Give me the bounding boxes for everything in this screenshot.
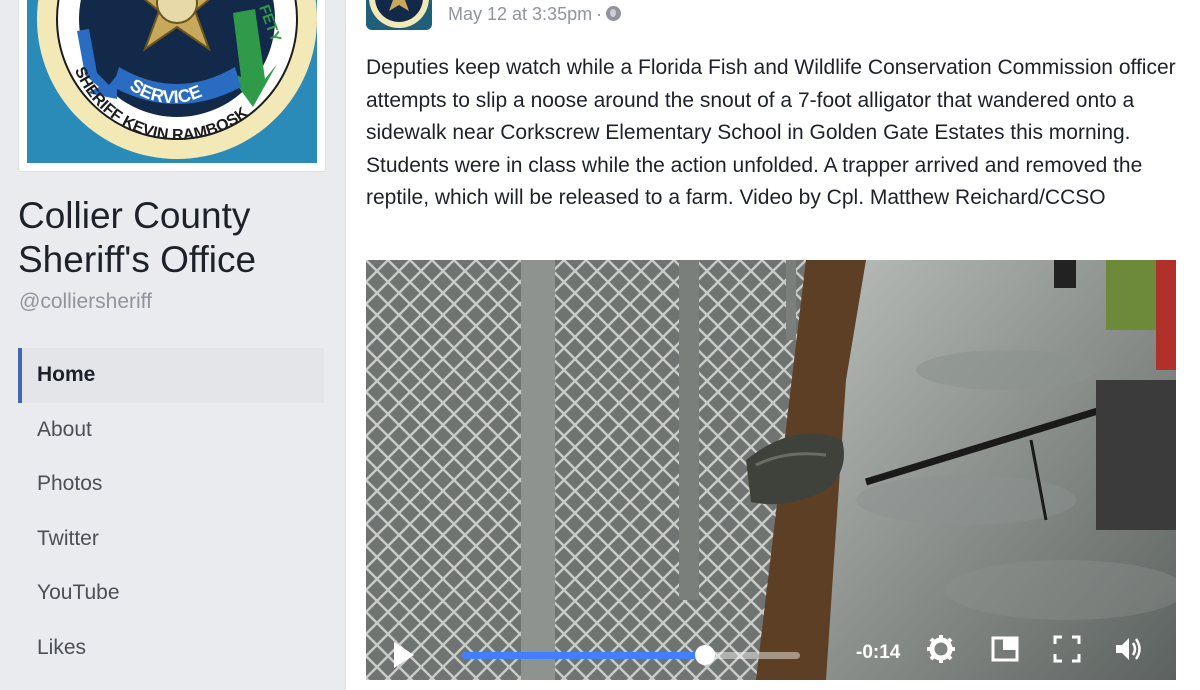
nav-item-likes[interactable]: Likes: [18, 621, 324, 676]
sheriff-badge-logo: SERVICE FETY SHERIFF KEVIN RAMBOSK: [27, 0, 317, 163]
volume-icon[interactable]: [1114, 634, 1144, 664]
play-icon[interactable]: [394, 642, 414, 668]
video-progress-fill: [462, 652, 706, 659]
page-nav: Home About Photos Twitter YouTube Likes: [18, 348, 324, 675]
fullscreen-icon[interactable]: [1052, 634, 1082, 664]
settings-gear-icon[interactable]: [926, 634, 956, 664]
post-author-avatar[interactable]: [366, 0, 432, 30]
nav-item-twitter[interactable]: Twitter: [18, 512, 324, 567]
nav-item-youtube[interactable]: YouTube: [18, 566, 324, 621]
profile-picture[interactable]: SERVICE FETY SHERIFF KEVIN RAMBOSK: [18, 0, 326, 172]
video-frame: [366, 260, 1176, 680]
page-username[interactable]: @colliersheriff: [19, 290, 152, 314]
nav-item-home[interactable]: Home: [18, 348, 324, 403]
post-card: May 12 at 3:35pm · Deputies keep watch wh…: [345, 0, 1200, 690]
video-controls: -0:14: [366, 634, 1176, 674]
video-scrubber-handle[interactable]: [695, 645, 716, 665]
meta-separator: ·: [596, 4, 603, 24]
post-timestamp[interactable]: May 12 at 3:35pm: [448, 4, 592, 24]
post-message: Deputies keep watch while a Florida Fish…: [366, 56, 1176, 209]
globe-icon[interactable]: [606, 6, 622, 21]
post-meta: May 12 at 3:35pm ·: [448, 4, 622, 25]
video-player[interactable]: -0:14: [366, 260, 1176, 680]
page-sidebar: SERVICE FETY SHERIFF KEVIN RAMBOSK Colli…: [0, 0, 340, 674]
video-progress-bar[interactable]: [462, 645, 800, 665]
nav-item-photos[interactable]: Photos: [18, 457, 324, 512]
page-title[interactable]: Collier County Sheriff's Office: [18, 194, 328, 282]
nav-item-about[interactable]: About: [18, 403, 324, 458]
picture-in-picture-icon[interactable]: [990, 634, 1020, 664]
video-time-remaining: -0:14: [856, 642, 901, 663]
